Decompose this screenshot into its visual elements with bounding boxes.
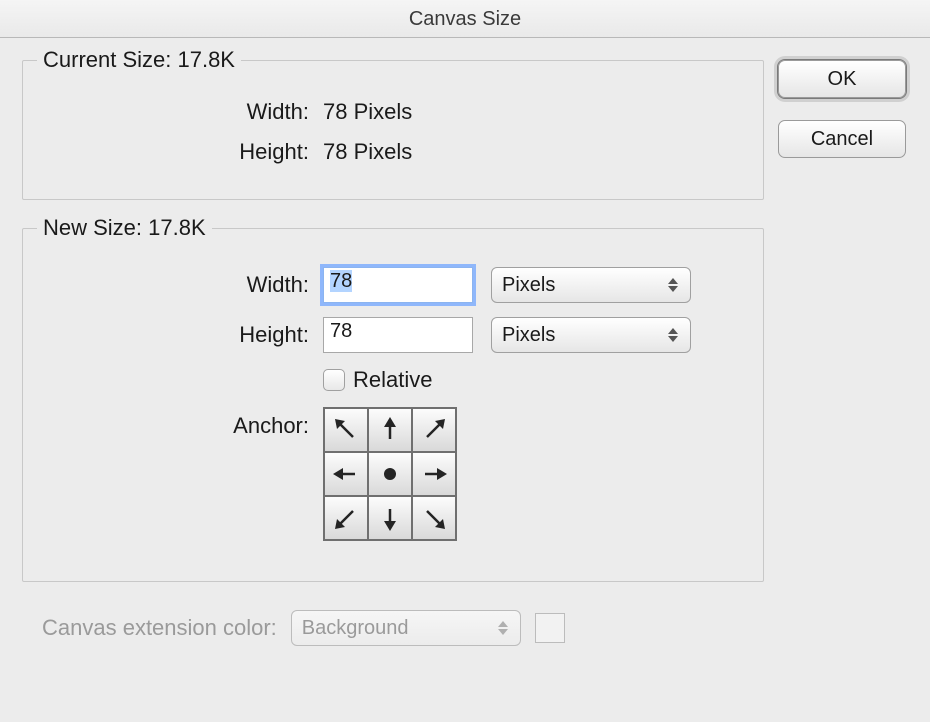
current-height-value: 78 Pixels bbox=[323, 139, 412, 165]
current-size-group: Current Size: 17.8K Width: 78 Pixels Hei… bbox=[22, 60, 764, 200]
arrow-n-icon bbox=[375, 415, 405, 445]
current-height-label: Height: bbox=[43, 139, 323, 165]
anchor-s[interactable] bbox=[369, 497, 411, 539]
window-title: Canvas Size bbox=[0, 0, 930, 38]
new-width-unit-value: Pixels bbox=[502, 274, 555, 297]
relative-checkbox[interactable] bbox=[323, 369, 345, 391]
arrow-se-icon bbox=[419, 503, 449, 533]
stepper-icon bbox=[498, 615, 512, 641]
anchor-grid bbox=[323, 407, 457, 541]
new-width-label: Width: bbox=[43, 272, 323, 298]
ok-button[interactable]: OK bbox=[778, 60, 906, 98]
new-width-unit-select[interactable]: Pixels bbox=[491, 267, 691, 303]
new-height-label: Height: bbox=[43, 322, 323, 348]
arrow-s-icon bbox=[375, 503, 405, 533]
arrow-e-icon bbox=[419, 459, 449, 489]
relative-label: Relative bbox=[353, 367, 432, 393]
arrow-nw-icon bbox=[331, 415, 361, 445]
current-width-value: 78 Pixels bbox=[323, 99, 412, 125]
arrow-sw-icon bbox=[331, 503, 361, 533]
anchor-e[interactable] bbox=[413, 453, 455, 495]
new-height-input[interactable]: 78 bbox=[323, 317, 473, 353]
anchor-nw[interactable] bbox=[325, 409, 367, 451]
anchor-ne[interactable] bbox=[413, 409, 455, 451]
anchor-se[interactable] bbox=[413, 497, 455, 539]
canvas-extension-swatch[interactable] bbox=[535, 613, 565, 643]
arrow-ne-icon bbox=[419, 415, 449, 445]
canvas-extension-select[interactable]: Background bbox=[291, 610, 521, 646]
new-size-group: New Size: 17.8K Width: 78 Pixels Height: bbox=[22, 228, 764, 582]
canvas-extension-value: Background bbox=[302, 617, 409, 640]
new-size-legend: New Size: 17.8K bbox=[37, 215, 212, 241]
stepper-icon bbox=[668, 322, 682, 348]
new-width-input[interactable]: 78 bbox=[323, 267, 473, 303]
anchor-label: Anchor: bbox=[43, 407, 323, 439]
anchor-center[interactable] bbox=[369, 453, 411, 495]
anchor-sw[interactable] bbox=[325, 497, 367, 539]
current-width-label: Width: bbox=[43, 99, 323, 125]
cancel-button[interactable]: Cancel bbox=[778, 120, 906, 158]
stepper-icon bbox=[668, 272, 682, 298]
canvas-extension-label: Canvas extension color: bbox=[42, 615, 277, 641]
anchor-w[interactable] bbox=[325, 453, 367, 495]
arrow-w-icon bbox=[331, 459, 361, 489]
new-height-unit-value: Pixels bbox=[502, 324, 555, 347]
new-height-unit-select[interactable]: Pixels bbox=[491, 317, 691, 353]
dot-icon bbox=[384, 468, 396, 480]
anchor-n[interactable] bbox=[369, 409, 411, 451]
current-size-legend: Current Size: 17.8K bbox=[37, 47, 241, 73]
